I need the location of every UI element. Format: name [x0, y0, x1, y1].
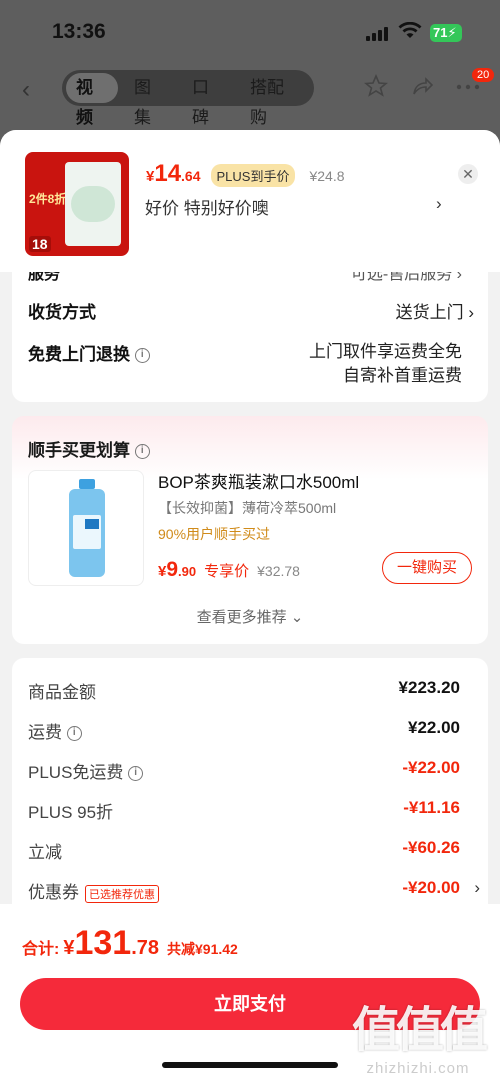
- plus-price-tag: PLUS到手价: [210, 164, 296, 187]
- coupon-tag: 已选推荐优惠: [85, 884, 159, 903]
- recommend-title-text: 顺手买更划算: [28, 441, 130, 460]
- fee-breakdown-card: 商品金额 ¥223.20 运费 i ¥22.00 PLUS免运费 i -¥22.…: [12, 658, 488, 938]
- product-price: ¥ 14 .64 PLUS到手价 ¥24.8: [146, 160, 345, 188]
- price-decimal: .64: [181, 168, 201, 184]
- cellular-signal-icon: [366, 27, 388, 41]
- tab-bundle[interactable]: 搭配购: [240, 73, 308, 127]
- fee-label: PLUS 95折: [28, 803, 114, 822]
- checkout-footer: 合计: ¥ 131 .78 共减¥91.42 立即支付 值值值 zhizhizh…: [0, 904, 500, 1082]
- promo-text[interactable]: 好价 特别好价噢: [145, 194, 269, 219]
- price-integer: 14: [154, 160, 182, 187]
- thumb-price-text: 18: [29, 236, 51, 252]
- tab-reviews[interactable]: 口碑: [182, 73, 234, 127]
- fee-row-plus-discount: PLUS 95折 -¥11.16: [28, 798, 474, 823]
- exclusive-price-tag: 专享价: [204, 563, 250, 580]
- watermark-url: zhizhizhi.com: [366, 1060, 470, 1077]
- recommend-original-price: ¥32.78: [257, 563, 300, 579]
- wifi-icon: [398, 22, 422, 38]
- return-line2: 自寄补首重运费: [343, 366, 462, 385]
- battery-level: 71: [433, 25, 448, 40]
- info-icon[interactable]: i: [134, 348, 150, 364]
- recommend-card: 顺手买更划算 i BOP茶爽瓶装漱口水500ml 【长效抑菌】薄荷冷萃500ml…: [12, 416, 488, 644]
- original-price: ¥24.8: [309, 168, 345, 184]
- battery-indicator: 71⚡: [430, 24, 462, 42]
- tab-gallery[interactable]: 图集: [124, 73, 176, 127]
- fee-value: ¥223.20: [398, 678, 460, 697]
- share-icon[interactable]: [410, 74, 434, 98]
- star-icon[interactable]: [364, 74, 388, 98]
- see-more-recommendations[interactable]: 查看更多推荐 ⌄: [12, 606, 488, 627]
- fee-row-goods-amount: 商品金额 ¥223.20: [28, 678, 474, 703]
- recommend-buy-stat: 90%用户顺手买过: [158, 526, 271, 542]
- watermark-text: 值值值: [352, 1004, 488, 1057]
- chevron-right-icon: ›: [468, 303, 474, 322]
- info-icon[interactable]: i: [128, 766, 144, 782]
- price-currency: ¥: [146, 168, 155, 185]
- recommend-product-image[interactable]: [28, 470, 144, 586]
- return-label: 免费上门退换 i: [28, 340, 150, 365]
- fee-label: 优惠券: [28, 883, 79, 902]
- product-package-image: [65, 162, 121, 246]
- thumb-promo-text: 2件8折: [29, 192, 67, 206]
- more-icon[interactable]: [456, 84, 480, 90]
- delivery-label: 收货方式: [28, 303, 96, 322]
- info-icon[interactable]: i: [134, 444, 150, 460]
- delivery-value: 送货上门 ›: [396, 298, 474, 323]
- fee-row-shipping: 运费 i ¥22.00: [28, 718, 474, 743]
- cart-badge: 20: [472, 68, 495, 82]
- chevron-right-icon: ›: [474, 878, 480, 897]
- total-label: 合计:: [22, 941, 60, 958]
- info-icon[interactable]: i: [66, 726, 82, 742]
- recommend-title: 顺手买更划算 i: [28, 436, 150, 461]
- fee-row-instant-discount: 立减 -¥60.26: [28, 838, 474, 863]
- recommend-product-name[interactable]: BOP茶爽瓶装漱口水500ml: [158, 468, 359, 493]
- total-amount: 合计: ¥ 131 .78 共减¥91.42: [22, 924, 238, 963]
- fee-value: -¥11.16: [403, 798, 460, 817]
- fee-row-plus-free-shipping: PLUS免运费 i -¥22.00: [28, 758, 474, 783]
- one-click-buy-button[interactable]: 一键购买: [382, 552, 472, 584]
- return-line1: 上门取件享运费全免: [309, 342, 462, 361]
- fee-label: 商品金额: [28, 683, 96, 702]
- recommend-price-decimal: .90: [178, 564, 197, 579]
- return-value: 上门取件享运费全免 自寄补首重运费: [309, 340, 462, 388]
- fee-label: PLUS免运费: [28, 763, 124, 782]
- nav-tabs: 视频 图集 口碑 搭配购: [62, 70, 314, 127]
- tab-video[interactable]: 视频: [66, 73, 118, 127]
- total-integer: 131: [74, 924, 132, 962]
- fee-row-coupon[interactable]: 优惠券 已选推荐优惠 -¥20.00 ›: [28, 878, 480, 903]
- total-saved: 共减¥91.42: [167, 941, 238, 957]
- fee-value: ¥22.00: [408, 718, 460, 737]
- watermark-logo: 值值值 zhizhizhi.com: [352, 990, 488, 1077]
- status-time: 13:36: [52, 20, 106, 43]
- product-nav-bar: ‹ 视频 图集 口碑 搭配购 20: [0, 66, 500, 127]
- return-label-text: 免费上门退换: [28, 345, 130, 364]
- fee-value: -¥22.00: [402, 758, 460, 777]
- fee-label: 运费: [28, 723, 62, 742]
- recommend-price-integer: 9: [166, 558, 179, 581]
- home-indicator: [162, 1062, 338, 1068]
- product-header: 2件8折 18 ¥ 14 .64 PLUS到手价 ¥24.8 ✕ 好价 特别好价…: [0, 130, 500, 272]
- total-currency: ¥: [63, 937, 75, 959]
- back-arrow-icon[interactable]: ‹: [22, 76, 30, 104]
- fee-value: -¥60.26: [402, 838, 460, 857]
- status-bar: 13:36 71⚡: [0, 0, 500, 64]
- total-decimal: .78: [131, 937, 160, 959]
- fee-label: 立减: [28, 843, 62, 862]
- delivery-value-text: 送货上门: [395, 303, 464, 322]
- chevron-right-icon[interactable]: ›: [436, 194, 442, 214]
- recommend-currency: ¥: [158, 563, 167, 580]
- recommend-product-subtitle: 【长效抑菌】薄荷冷萃500ml: [158, 500, 337, 516]
- product-thumbnail[interactable]: 2件8折 18: [25, 152, 129, 256]
- close-icon[interactable]: ✕: [458, 164, 478, 184]
- mouthwash-bottle-image: [69, 479, 105, 577]
- fee-value: -¥20.00: [402, 878, 460, 897]
- recommend-price: ¥ 9 .90 专享价 ¥32.78: [158, 558, 300, 582]
